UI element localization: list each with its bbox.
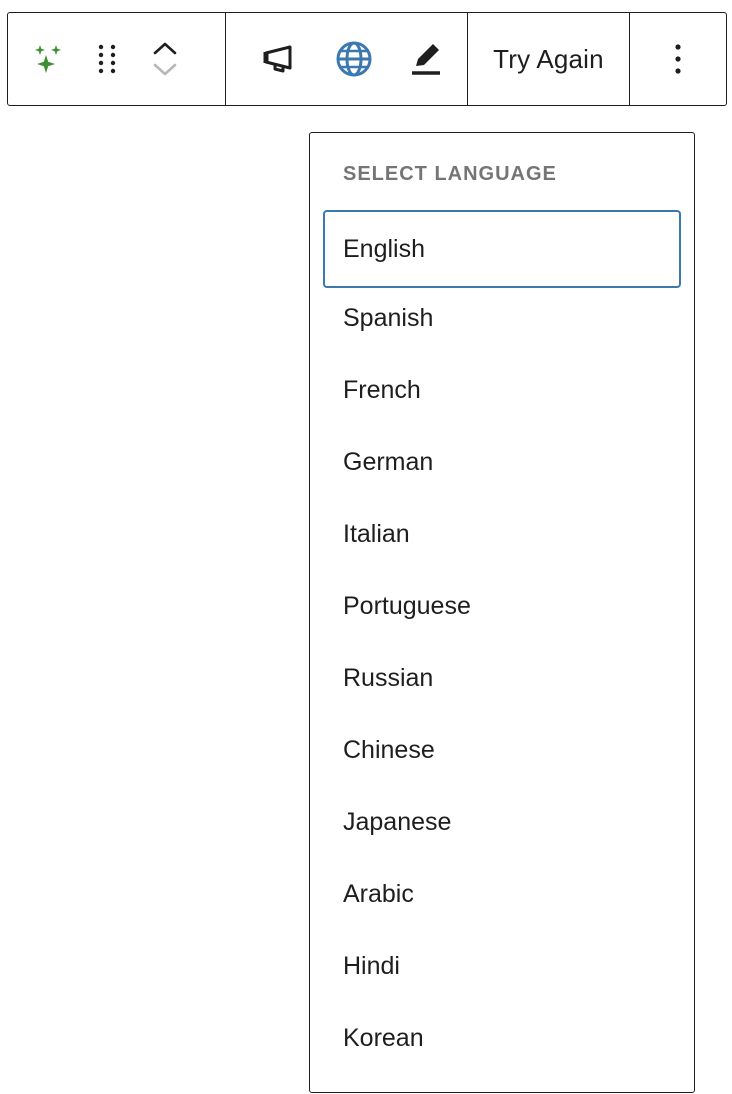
megaphone-icon bbox=[263, 45, 292, 73]
try-again-button[interactable]: Try Again bbox=[479, 34, 618, 85]
toolbar-group-try-again: Try Again bbox=[467, 13, 629, 105]
language-dropdown: SELECT LANGUAGE English Spanish French Germ… bbox=[309, 132, 695, 1093]
edit-button[interactable] bbox=[390, 27, 462, 91]
vertical-ellipsis-icon bbox=[675, 44, 681, 74]
drag-handle-icon bbox=[98, 44, 116, 74]
language-option-arabic[interactable]: Arabic bbox=[323, 858, 681, 930]
toolbar-group-block bbox=[8, 13, 225, 105]
language-option-japanese[interactable]: Japanese bbox=[323, 786, 681, 858]
change-tone-button[interactable] bbox=[246, 27, 318, 91]
pencil-icon bbox=[412, 44, 440, 75]
dropdown-heading: SELECT LANGUAGE bbox=[343, 163, 557, 185]
language-option-spanish[interactable]: Spanish bbox=[323, 282, 681, 354]
language-list: English Spanish French German Italian Portugu… bbox=[323, 210, 681, 1074]
chevron-up-icon[interactable] bbox=[153, 41, 177, 55]
translate-button[interactable] bbox=[318, 27, 390, 91]
drag-handle-button[interactable] bbox=[78, 27, 136, 91]
language-option-german[interactable]: German bbox=[323, 426, 681, 498]
language-option-hindi[interactable]: Hindi bbox=[323, 930, 681, 1002]
language-option-portuguese[interactable]: Portuguese bbox=[323, 570, 681, 642]
language-option-italian[interactable]: Italian bbox=[323, 498, 681, 570]
block-mover bbox=[136, 27, 194, 91]
language-option-chinese[interactable]: Chinese bbox=[323, 714, 681, 786]
chevron-down-icon[interactable] bbox=[153, 63, 177, 77]
language-option-french[interactable]: French bbox=[323, 354, 681, 426]
globe-icon bbox=[336, 41, 372, 77]
ai-assistant-button[interactable] bbox=[20, 27, 78, 91]
language-option-korean[interactable]: Korean bbox=[323, 1002, 681, 1074]
toolbar-group-options bbox=[629, 13, 726, 105]
language-option-english[interactable]: English bbox=[323, 210, 681, 288]
block-toolbar: Try Again bbox=[7, 12, 727, 106]
toolbar-group-ai-actions bbox=[225, 13, 467, 105]
more-options-button[interactable] bbox=[649, 27, 707, 91]
language-option-russian[interactable]: Russian bbox=[323, 642, 681, 714]
sparkles-icon bbox=[35, 45, 61, 73]
